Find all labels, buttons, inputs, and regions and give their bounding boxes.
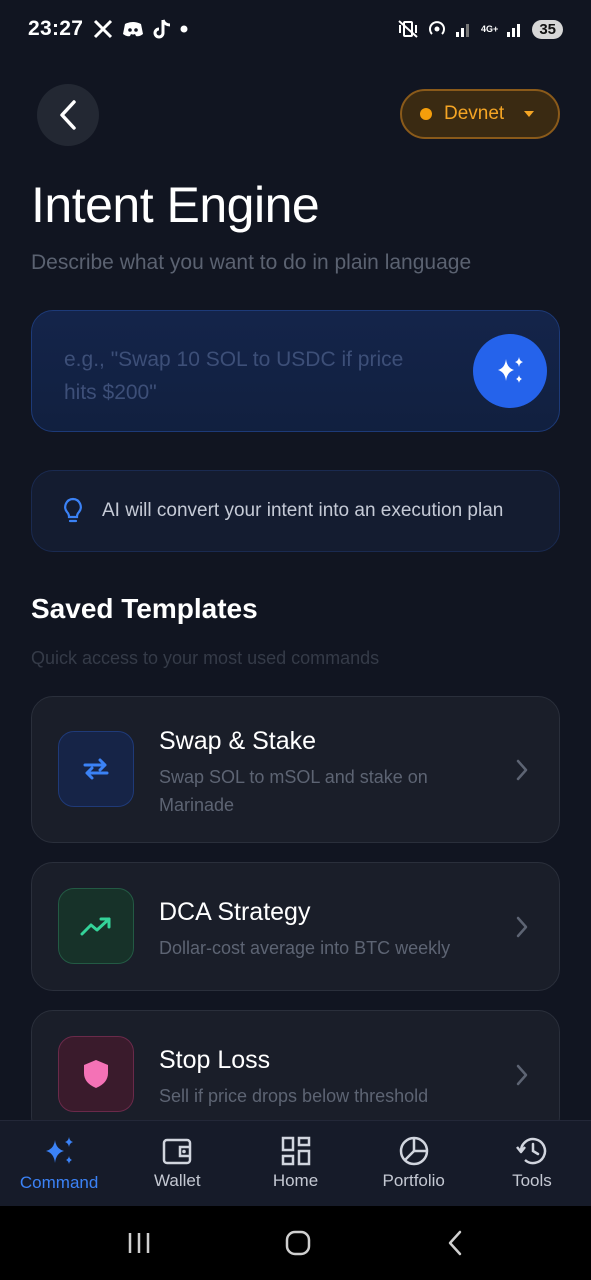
caret-down-icon [524, 111, 535, 117]
nav-portfolio[interactable]: Portfolio [355, 1121, 473, 1206]
nav-label: Home [272, 1171, 319, 1190]
sparkles-icon [498, 357, 523, 383]
ai-hint-banner: AI will convert your intent into an exec… [31, 470, 560, 552]
status-bar: 23:27 4G+ 35 [0, 0, 591, 58]
nav-label: Portfolio [382, 1171, 445, 1190]
nav-label: Command [19, 1173, 99, 1192]
back-button[interactable] [37, 84, 99, 146]
template-dca-strategy[interactable]: DCA Strategy Dollar-cost average into BT… [31, 862, 560, 991]
chevron-right-icon [516, 916, 528, 938]
nav-label: Wallet [154, 1171, 201, 1190]
nav-wallet[interactable]: Wallet [118, 1121, 236, 1206]
chevron-right-icon [516, 1064, 528, 1086]
signal-icon [507, 24, 521, 37]
system-nav-bar [0, 1206, 591, 1280]
template-title: DCA Strategy [159, 898, 311, 926]
network-type: 4G+ [481, 23, 499, 34]
network-label: Devnet [444, 103, 505, 124]
tiktok-icon [153, 19, 171, 39]
pie-chart-icon [399, 1136, 428, 1166]
intent-placeholder: e.g., "Swap 10 SOL to USDC if price hits… [64, 348, 404, 404]
wallet-icon [163, 1138, 192, 1165]
history-icon [515, 1137, 547, 1165]
back-icon[interactable] [445, 1229, 465, 1257]
chevron-right-icon [516, 759, 528, 781]
home-icon[interactable] [284, 1229, 312, 1257]
swap-arrows-icon [83, 758, 109, 780]
template-description: Dollar-cost average into BTC weekly [159, 938, 451, 958]
recents-icon[interactable] [126, 1230, 152, 1256]
template-description: Swap SOL to mSOL and stake on Marinade [159, 767, 428, 815]
mute-vibrate-icon [398, 20, 418, 38]
template-icon-box [58, 731, 134, 807]
saved-templates-title: Saved Templates [31, 593, 258, 624]
battery-indicator: 35 [532, 19, 563, 39]
template-title: Stop Loss [159, 1046, 271, 1074]
ai-hint-text: AI will convert your intent into an exec… [102, 500, 504, 521]
grid-icon [281, 1136, 310, 1166]
template-swap-stake[interactable]: Swap & Stake Swap SOL to mSOL and stake … [31, 696, 560, 843]
dot-icon [180, 25, 188, 33]
template-icon-box [58, 888, 134, 964]
nav-tools[interactable]: Tools [473, 1121, 591, 1206]
template-icon-box [58, 1036, 134, 1112]
hotspot-icon [429, 21, 445, 35]
shield-icon [84, 1060, 108, 1088]
template-description: Sell if price drops below threshold [159, 1086, 429, 1106]
generate-intent-button[interactable] [473, 334, 547, 408]
discord-icon [123, 22, 144, 37]
x-icon [94, 19, 113, 39]
intent-input[interactable]: e.g., "Swap 10 SOL to USDC if price hits… [31, 310, 560, 432]
chevron-left-icon [60, 100, 76, 130]
template-title: Swap & Stake [159, 727, 317, 755]
lightbulb-icon [64, 497, 82, 523]
nav-home[interactable]: Home [236, 1121, 354, 1206]
nav-command[interactable]: Command [0, 1121, 118, 1206]
network-selector[interactable]: Devnet [400, 89, 560, 139]
bottom-nav: Command Wallet Home Portfolio Tools [0, 1120, 591, 1206]
network-status-dot [420, 108, 432, 120]
page-subtitle: Describe what you want to do in plain la… [31, 251, 472, 274]
sparkles-icon [46, 1137, 74, 1164]
nav-label: Tools [512, 1171, 552, 1190]
trending-up-icon [80, 917, 111, 936]
status-time: 23:27 [28, 17, 84, 40]
signal-icon [456, 24, 470, 37]
saved-templates-subtitle: Quick access to your most used commands [31, 648, 380, 668]
page-title: Intent Engine [31, 177, 320, 233]
